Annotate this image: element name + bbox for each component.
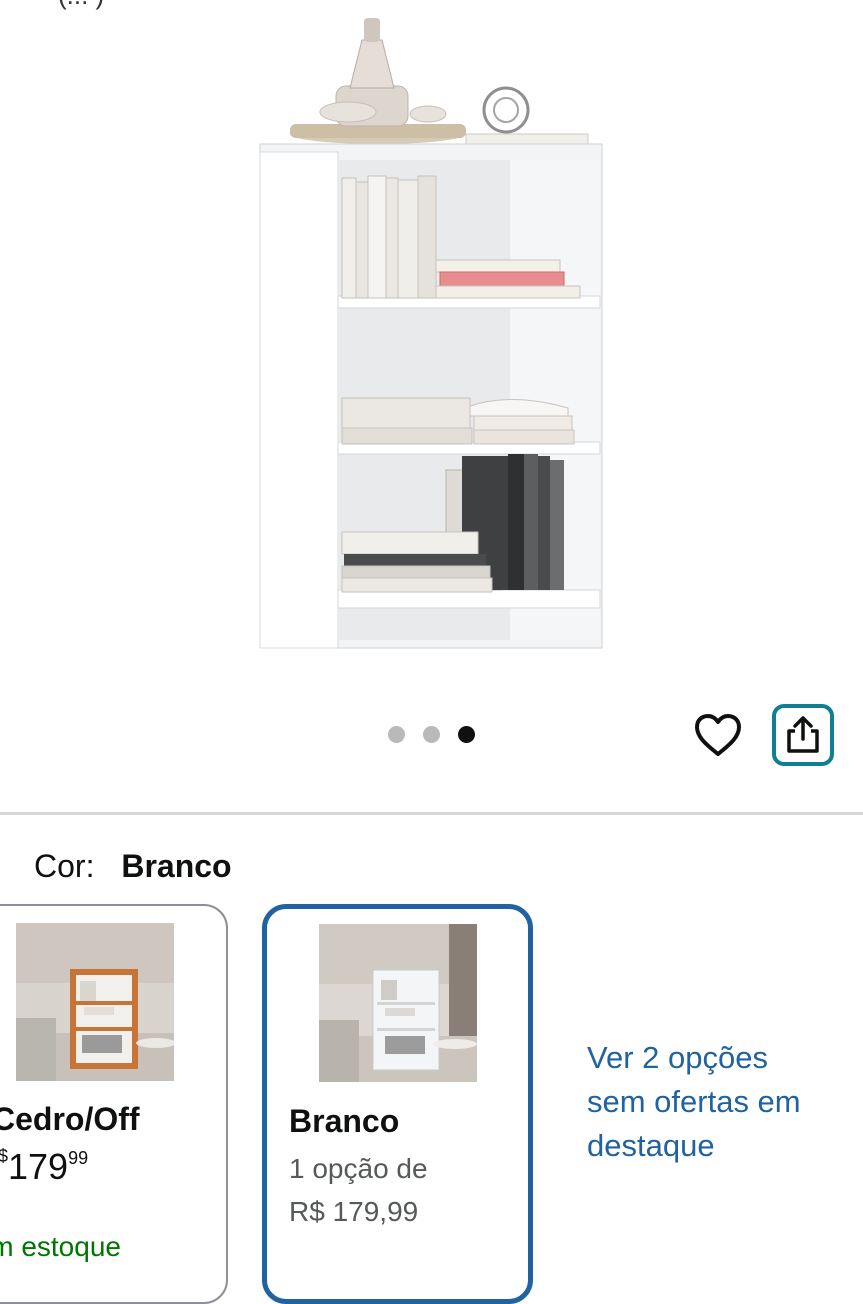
product-image[interactable] [250,10,610,660]
cropped-top-text: (... ) [58,0,104,11]
variation-option-cedro[interactable]: Cedro/Off $17999 im estoque [0,904,228,1304]
carousel-dot-active[interactable] [458,726,475,743]
heart-icon[interactable] [693,711,743,761]
variation-thumbnail [16,923,174,1081]
carousel-dot[interactable] [388,726,405,743]
variation-name: Branco [289,1103,400,1139]
variation-selected-value: Branco [121,848,232,884]
section-divider [0,812,863,815]
carousel-indicator[interactable] [388,726,475,743]
availability-text: im estoque [0,1231,121,1262]
more-options-link[interactable]: Ver 2 opções sem ofertas em destaque [587,1036,827,1168]
variation-label-row: Cor: Branco [34,848,232,885]
variation-label: Cor: [34,848,95,884]
price-cents: 99 [68,1148,89,1168]
variation-offer-text: 1 opção de R$ 179,99 [289,1147,428,1233]
variation-option-branco[interactable]: Branco 1 opção de R$ 179,99 [262,904,533,1304]
variation-price: $17999 [0,1146,88,1188]
price-whole: 179 [8,1146,69,1187]
offer-line-2: R$ 179,99 [289,1196,419,1227]
share-icon [787,716,819,753]
price-currency-fragment: $ [0,1146,9,1166]
variation-thumbnail [319,924,477,1082]
carousel-dot[interactable] [423,726,440,743]
product-image-area: (... ) [0,0,863,812]
variation-name: Cedro/Off [0,1101,140,1137]
share-button[interactable] [772,704,834,766]
offer-line-1: 1 opção de [289,1153,428,1184]
